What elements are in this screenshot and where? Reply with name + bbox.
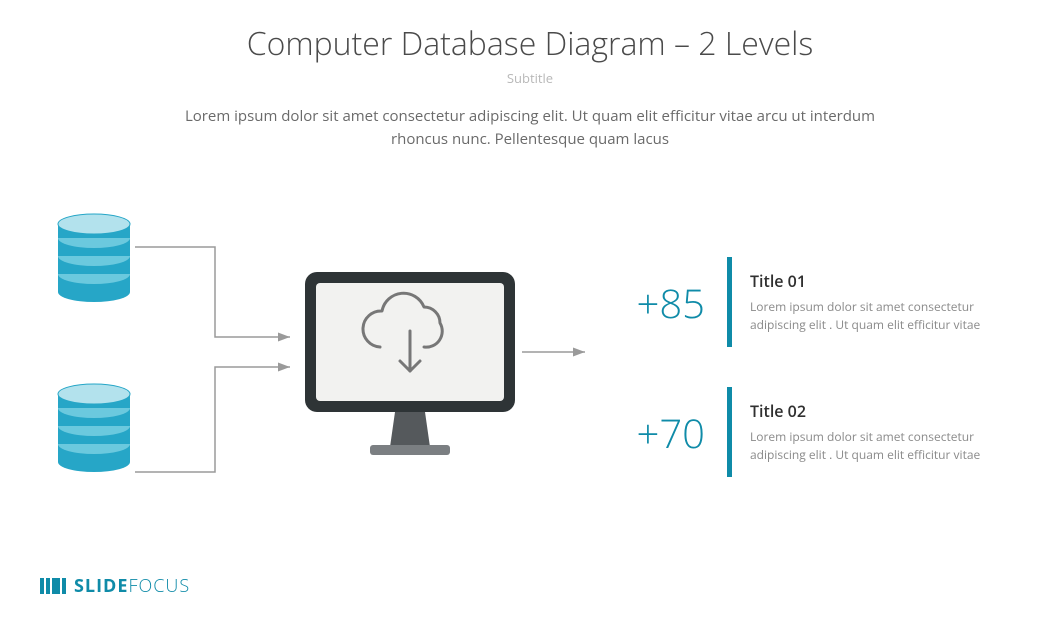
stat-title-2: Title 02 xyxy=(750,400,1015,422)
stat-block-1: +85 Title 01 Lorem ipsum dolor sit amet … xyxy=(595,257,1015,347)
brand-text: SLIDEFOCUS xyxy=(74,574,190,598)
connector-lines xyxy=(0,202,1060,542)
brand-bars-icon xyxy=(40,578,66,594)
stat-divider-2 xyxy=(727,387,732,477)
stat-value-1: +85 xyxy=(595,275,705,330)
stat-divider-1 xyxy=(727,257,732,347)
brand-logo: SLIDEFOCUS xyxy=(40,574,190,598)
stat-value-2: +70 xyxy=(595,405,705,460)
stat-body-2: Lorem ipsum dolor sit amet consectetur a… xyxy=(750,428,990,464)
page-subtitle: Subtitle xyxy=(0,69,1060,87)
monitor-icon xyxy=(300,267,520,467)
stat-body-1: Lorem ipsum dolor sit amet consectetur a… xyxy=(750,298,990,334)
stat-block-2: +70 Title 02 Lorem ipsum dolor sit amet … xyxy=(595,387,1015,477)
page-title: Computer Database Diagram – 2 Levels xyxy=(0,22,1060,65)
diagram-container: +85 Title 01 Lorem ipsum dolor sit amet … xyxy=(0,202,1060,542)
page-description: Lorem ipsum dolor sit amet consectetur a… xyxy=(160,105,900,150)
stat-title-1: Title 01 xyxy=(750,270,1015,292)
